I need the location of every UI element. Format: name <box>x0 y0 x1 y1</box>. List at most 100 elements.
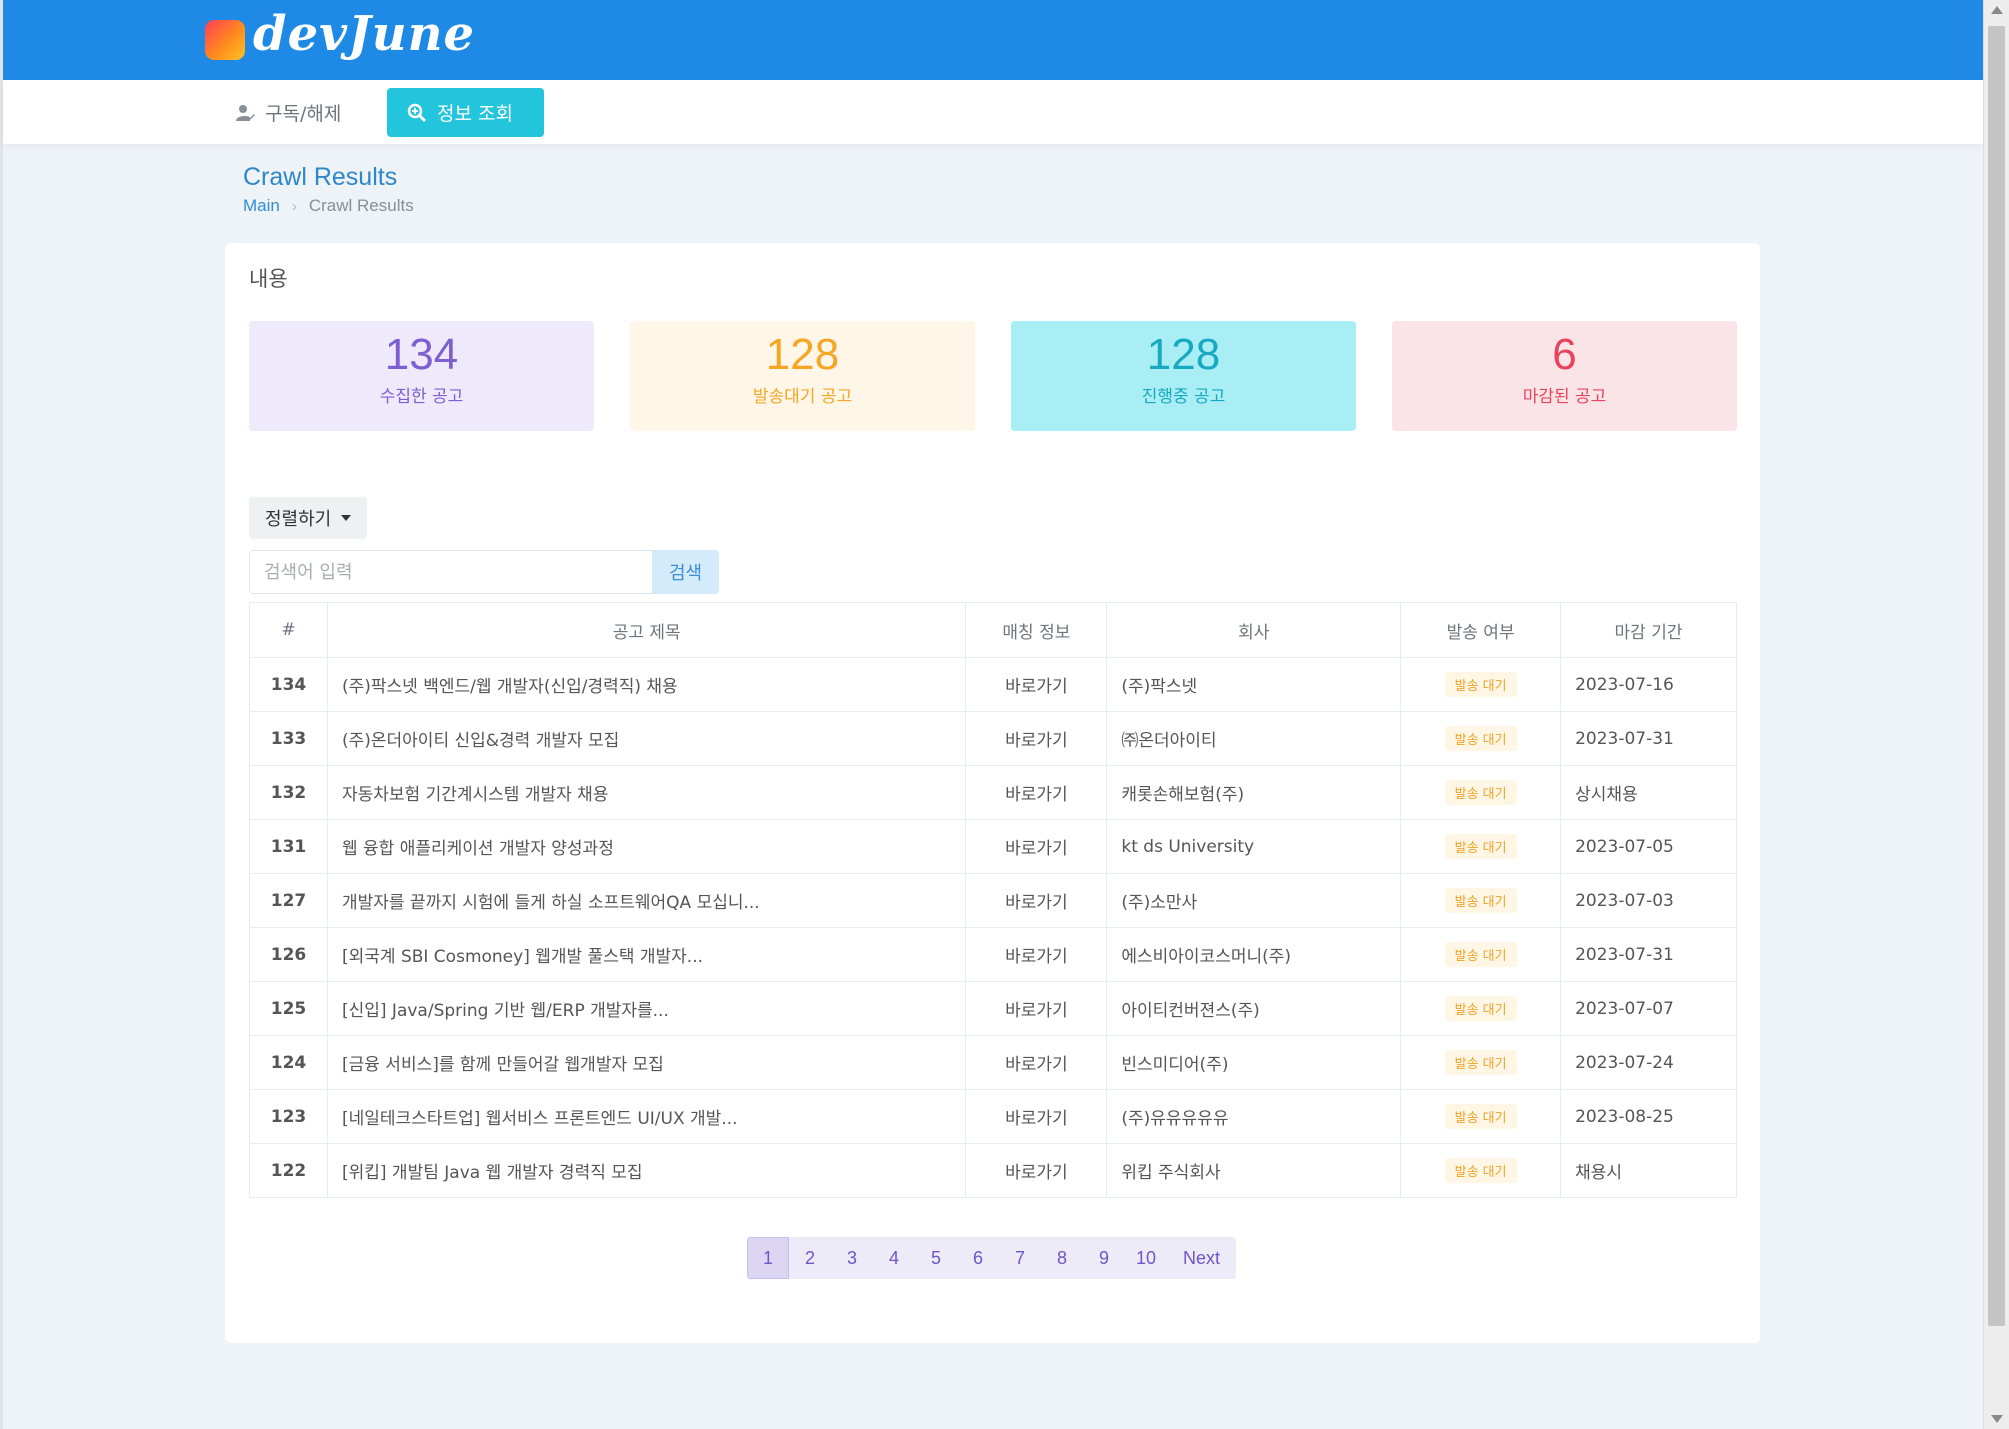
table-row: 122 [위킵] 개발팀 Java 웹 개발자 경력직 모집 바로가기 위킵 주… <box>249 1143 1737 1198</box>
row-status: 발송 대기 <box>1400 765 1562 820</box>
row-number: 132 <box>249 765 328 820</box>
row-shortcut-link[interactable]: 바로가기 <box>965 927 1108 982</box>
vertical-scrollbar[interactable] <box>1983 0 2009 1429</box>
table-row: 134 (주)팍스넷 백엔드/웹 개발자(신입/경력직) 채용 바로가기 (주)… <box>249 657 1737 712</box>
status-badge: 발송 대기 <box>1444 1158 1517 1183</box>
stat-pending-value: 128 <box>765 330 840 379</box>
row-number: 124 <box>249 1035 328 1090</box>
page-link-8[interactable]: 8 <box>1041 1237 1083 1279</box>
row-shortcut-link[interactable]: 바로가기 <box>965 657 1108 712</box>
table-row: 132 자동차보험 기간계시스템 개발자 채용 바로가기 캐롯손해보험(주) 발… <box>249 765 1737 820</box>
breadcrumb-main-link[interactable]: Main <box>243 196 280 216</box>
stat-ongoing-value: 128 <box>1146 330 1221 379</box>
next-page-button[interactable]: Next <box>1167 1237 1237 1279</box>
caret-down-icon <box>341 515 352 521</box>
row-deadline: 2023-07-16 <box>1560 657 1737 712</box>
table-row: 126 [외국계 SBI Cosmoney] 웹개발 풀스택 개발자... 바로… <box>249 927 1737 982</box>
row-shortcut-link[interactable]: 바로가기 <box>965 1035 1108 1090</box>
menu-view-label: 정보 조회 <box>437 103 513 125</box>
row-title: [신입] Java/Spring 기반 웹/ERP 개발자를... <box>326 981 967 1036</box>
stat-closed-value: 6 <box>1552 330 1577 379</box>
col-header-company: 회사 <box>1106 602 1402 658</box>
row-company: (주)팍스넷 <box>1106 657 1402 712</box>
search-input[interactable] <box>249 550 652 594</box>
table-row: 127 개발자를 끝까지 시험에 들게 하실 소프트웨어QA 모십니... 바로… <box>249 873 1737 928</box>
row-title: (주)온더아이티 신입&경력 개발자 모집 <box>326 711 967 766</box>
row-status: 발송 대기 <box>1400 1089 1562 1144</box>
page-link-4[interactable]: 4 <box>873 1237 915 1279</box>
row-shortcut-link[interactable]: 바로가기 <box>965 873 1108 928</box>
row-shortcut-link[interactable]: 바로가기 <box>965 819 1108 874</box>
table-row: 123 [네일테크스타트업] 웹서비스 프론트엔드 UI/UX 개발... 바로… <box>249 1089 1737 1144</box>
scroll-down-icon[interactable] <box>1991 1415 2003 1423</box>
row-title: [외국계 SBI Cosmoney] 웹개발 풀스택 개발자... <box>326 927 967 982</box>
stat-closed-label: 마감된 공고 <box>1522 387 1607 407</box>
stat-collected: 134 수집한 공고 <box>249 321 594 431</box>
row-shortcut-link[interactable]: 바로가기 <box>965 765 1108 820</box>
scrollbar-thumb[interactable] <box>1988 26 2005 1326</box>
content-card: 내용 134 수집한 공고 128 발송대기 공고 128 진행중 공고 6 마… <box>225 243 1760 1343</box>
row-number: 126 <box>249 927 328 982</box>
row-number: 122 <box>249 1143 328 1198</box>
row-company: 아이티컨버젼스(주) <box>1106 981 1402 1036</box>
row-company: ㈜온더아이티 <box>1106 711 1402 766</box>
menu-subscribe[interactable]: 구독/해제 <box>215 88 361 137</box>
col-header-status: 발송 여부 <box>1400 602 1562 658</box>
stat-collected-label: 수집한 공고 <box>379 387 464 407</box>
scroll-up-icon[interactable] <box>1991 6 2003 14</box>
row-company: (주)유유유유유 <box>1106 1089 1402 1144</box>
row-shortcut-link[interactable]: 바로가기 <box>965 1089 1108 1144</box>
table-header-row: # 공고 제목 매칭 정보 회사 발송 여부 마감 기간 <box>249 602 1737 658</box>
logo-icon <box>205 20 245 60</box>
status-badge: 발송 대기 <box>1444 672 1517 697</box>
row-deadline: 2023-07-31 <box>1560 711 1737 766</box>
row-shortcut-link[interactable]: 바로가기 <box>965 1143 1108 1198</box>
row-title: 웹 융합 애플리케이션 개발자 양성과정 <box>326 819 967 874</box>
row-number: 131 <box>249 819 328 874</box>
row-shortcut-link[interactable]: 바로가기 <box>965 981 1108 1036</box>
row-status: 발송 대기 <box>1400 927 1562 982</box>
sort-dropdown-button[interactable]: 정렬하기 <box>249 497 368 539</box>
page-link-10[interactable]: 10 <box>1125 1237 1167 1279</box>
page-link-9[interactable]: 9 <box>1083 1237 1125 1279</box>
row-deadline: 2023-07-07 <box>1560 981 1737 1036</box>
table-row: 133 (주)온더아이티 신입&경력 개발자 모집 바로가기 ㈜온더아이티 발송… <box>249 711 1737 766</box>
row-deadline: 2023-07-24 <box>1560 1035 1737 1090</box>
status-badge: 발송 대기 <box>1444 1104 1517 1129</box>
row-status: 발송 대기 <box>1400 711 1562 766</box>
page-link-5[interactable]: 5 <box>915 1237 957 1279</box>
search-button[interactable]: 검색 <box>652 550 719 594</box>
row-shortcut-link[interactable]: 바로가기 <box>965 711 1108 766</box>
col-header-deadline: 마감 기간 <box>1560 602 1737 658</box>
row-deadline: 상시채용 <box>1560 765 1737 820</box>
row-status: 발송 대기 <box>1400 819 1562 874</box>
row-status: 발송 대기 <box>1400 981 1562 1036</box>
row-title: (주)팍스넷 백엔드/웹 개발자(신입/경력직) 채용 <box>326 657 967 712</box>
row-number: 125 <box>249 981 328 1036</box>
stat-pending: 128 발송대기 공고 <box>630 321 975 431</box>
breadcrumb: Main › Crawl Results <box>243 196 414 216</box>
row-deadline: 채용시 <box>1560 1143 1737 1198</box>
page-link-3[interactable]: 3 <box>831 1237 873 1279</box>
logo-text[interactable]: devJune <box>253 6 475 62</box>
row-title: [위킵] 개발팀 Java 웹 개발자 경력직 모집 <box>326 1143 967 1198</box>
search-group: 검색 <box>249 550 719 594</box>
row-deadline: 2023-08-25 <box>1560 1089 1737 1144</box>
page-link-2[interactable]: 2 <box>789 1237 831 1279</box>
page-link-6[interactable]: 6 <box>957 1237 999 1279</box>
page-link-1[interactable]: 1 <box>747 1237 789 1279</box>
page-link-7[interactable]: 7 <box>999 1237 1041 1279</box>
row-number: 134 <box>249 657 328 712</box>
row-status: 발송 대기 <box>1400 1143 1562 1198</box>
row-title: 자동차보험 기간계시스템 개발자 채용 <box>326 765 967 820</box>
menu-view-info[interactable]: 정보 조회 <box>387 88 544 137</box>
row-title: 개발자를 끝까지 시험에 들게 하실 소프트웨어QA 모십니... <box>326 873 967 928</box>
page-title: Crawl Results <box>243 163 398 191</box>
row-company: (주)소만사 <box>1106 873 1402 928</box>
row-deadline: 2023-07-03 <box>1560 873 1737 928</box>
status-badge: 발송 대기 <box>1444 942 1517 967</box>
row-status: 발송 대기 <box>1400 1035 1562 1090</box>
window-left-edge <box>0 0 3 1429</box>
row-company: 캐롯손해보험(주) <box>1106 765 1402 820</box>
stat-closed: 6 마감된 공고 <box>1392 321 1737 431</box>
